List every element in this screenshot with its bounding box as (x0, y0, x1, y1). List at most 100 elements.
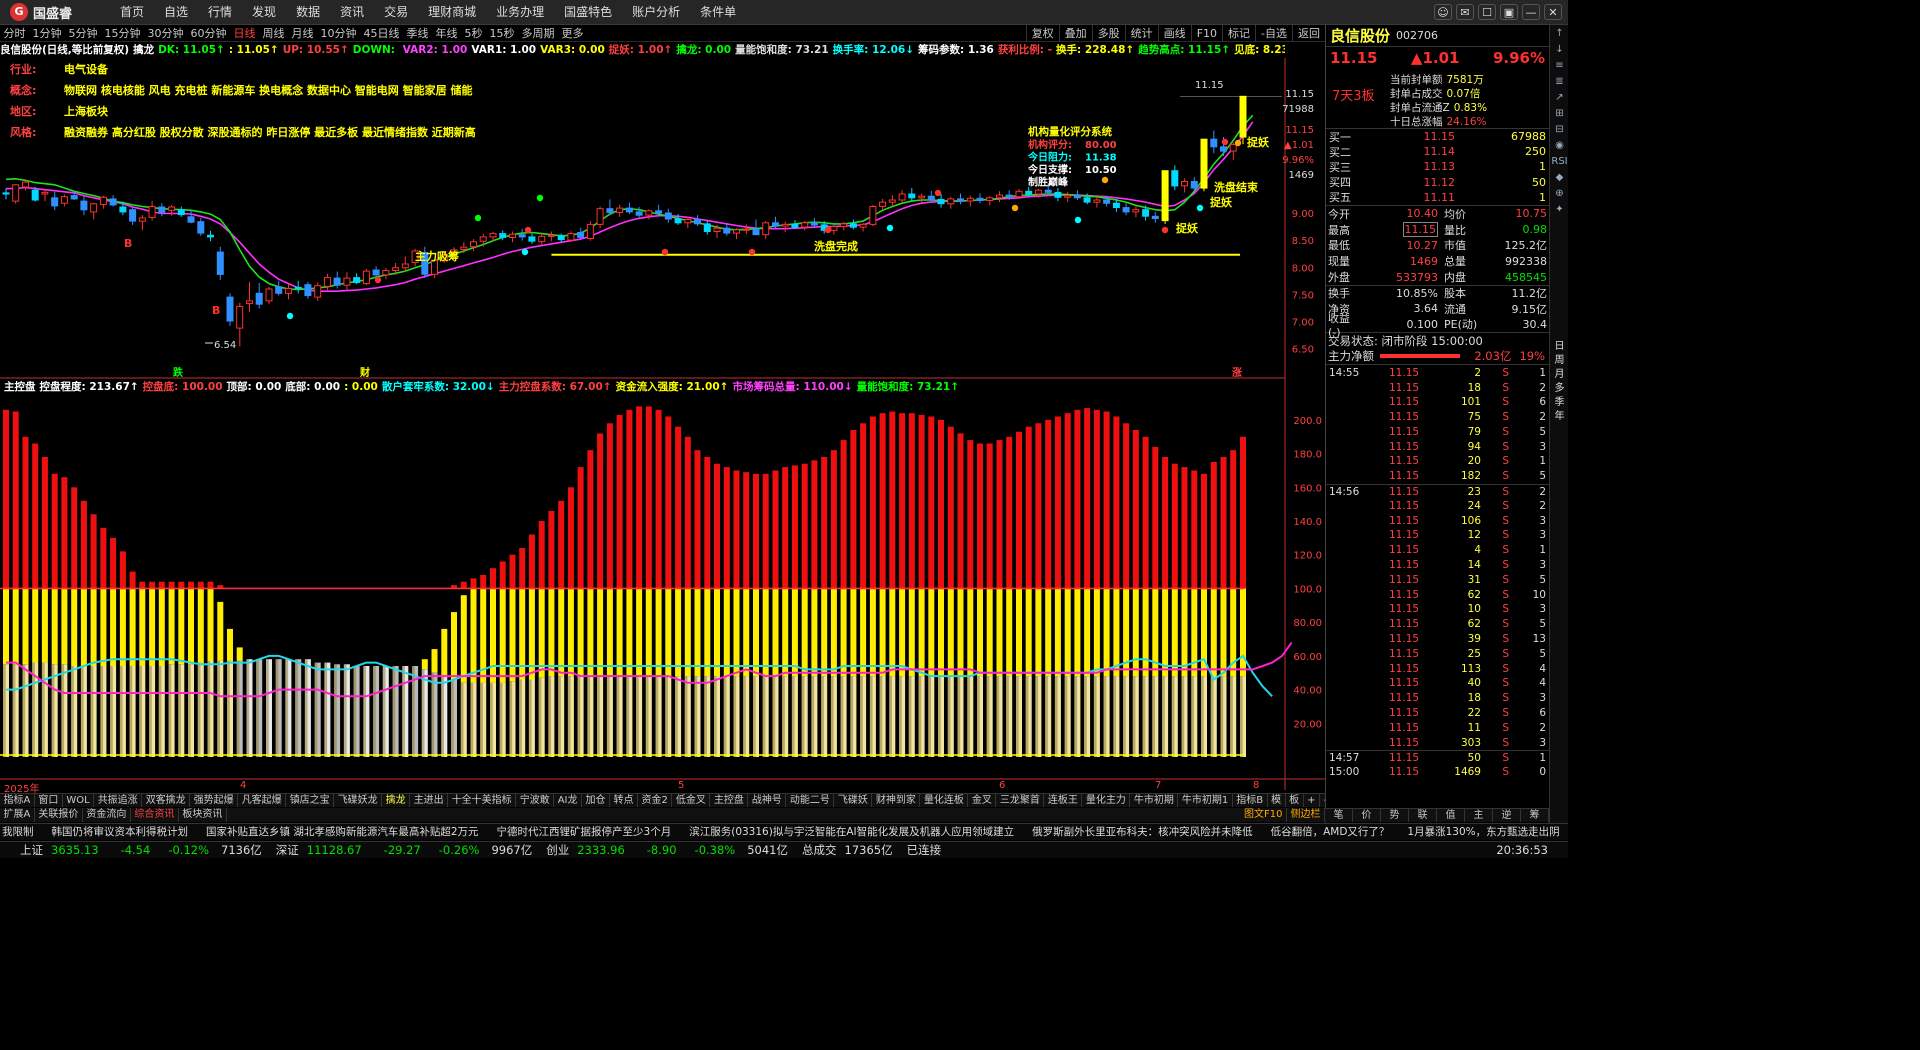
kline-chart[interactable]: 11.15 71988 11.15 ▲1.01 9.96% 1469 9.00 8.50 8.0… (0, 0, 1325, 793)
indicator-tab-28[interactable]: 牛市初期 (1130, 794, 1179, 807)
indicator-tab-18[interactable]: 主控盘 (710, 794, 749, 807)
order-book-row[interactable]: 买五 11.11 1 (1326, 190, 1549, 205)
indicator-tab-23[interactable]: 量化连板 (920, 794, 969, 807)
side-tool-icon-5[interactable]: ⊞ (1551, 107, 1568, 121)
quote-tab-6[interactable]: 逆 (1493, 809, 1521, 822)
indicator-tab-8[interactable]: 飞碟妖龙 (334, 794, 383, 807)
candle[interactable] (60, 194, 68, 207)
candle[interactable] (401, 256, 409, 272)
candle[interactable] (830, 224, 838, 235)
candle[interactable] (1122, 203, 1130, 216)
indicator-tab-29[interactable]: 牛市初期1 (1178, 794, 1233, 807)
indicator-tab-25[interactable]: 三龙聚首 (996, 794, 1045, 807)
candle[interactable] (1210, 130, 1218, 154)
indicator-tab-19[interactable]: 战神号 (748, 794, 787, 807)
candle[interactable] (148, 201, 156, 221)
candle[interactable] (684, 217, 692, 229)
candle[interactable] (625, 202, 633, 215)
candle[interactable] (80, 195, 88, 216)
news-item[interactable]: 宁德时代江西锂矿据报停产至少3个月 (497, 826, 672, 838)
candle[interactable] (129, 207, 137, 225)
indicator-tab-27[interactable]: 量化主力 (1082, 794, 1131, 807)
candle[interactable] (99, 195, 107, 209)
candle[interactable] (752, 219, 760, 236)
candle[interactable] (382, 267, 390, 280)
window-control-icon-1[interactable]: ✉ (1456, 4, 1474, 20)
candle[interactable] (849, 219, 857, 230)
side-period-tab-1[interactable]: 周 (1551, 355, 1568, 367)
candle[interactable] (986, 196, 994, 206)
window-control-icon-2[interactable]: ☐ (1478, 4, 1496, 20)
candle[interactable] (187, 210, 195, 224)
side-tool-icon-7[interactable]: ◉ (1551, 139, 1568, 153)
news-item[interactable]: 滨江服务(03316)拟与宇泛智能在AI智能化发展及机器人应用领域建立 (689, 826, 1014, 838)
candle[interactable] (966, 195, 974, 207)
indicator-tab-21[interactable]: 飞碟妖 (834, 794, 873, 807)
order-book-row[interactable]: 买一 11.15 67988 (1326, 129, 1549, 144)
window-control-icon-3[interactable]: ▣ (1500, 4, 1518, 20)
candle[interactable] (918, 193, 926, 204)
candle[interactable] (1054, 188, 1062, 202)
candle[interactable] (664, 208, 672, 223)
info-tab-right-1[interactable]: 侧边栏 (1287, 808, 1325, 822)
side-period-tab-5[interactable]: 年 (1551, 411, 1568, 423)
candle[interactable] (947, 196, 955, 209)
candle[interactable] (509, 231, 516, 243)
candle[interactable] (596, 206, 604, 229)
candle[interactable] (616, 204, 624, 217)
info-tab-4[interactable]: 板块资讯 (179, 808, 227, 822)
index-name[interactable]: 深证 (276, 842, 299, 858)
quote-tab-1[interactable]: 价 (1353, 809, 1381, 822)
candle[interactable] (246, 281, 253, 312)
order-book-row[interactable]: 买三 11.13 1 (1326, 159, 1549, 174)
info-tab-2[interactable]: 资金流向 (83, 808, 131, 822)
side-tool-icon-9[interactable]: ◆ (1551, 171, 1568, 185)
quote-tab-5[interactable]: 主 (1465, 809, 1493, 822)
candle[interactable] (41, 189, 49, 202)
candle[interactable] (197, 217, 205, 236)
candle[interactable] (207, 230, 214, 242)
candle[interactable] (255, 283, 263, 309)
news-ticker[interactable]: 我限制 韩国仍将审议资本利得税计划 国家补贴直达乡镇 湖北孝感购新能源汽车最高补贴超… (0, 823, 1568, 840)
candle[interactable] (1161, 170, 1169, 224)
news-item[interactable]: 1月暴涨130%，东方甄选走出阴 (1407, 826, 1559, 838)
news-item[interactable]: 国家补贴直达乡镇 湖北孝感购新能源汽车最高补贴超2万元 (206, 826, 479, 838)
candle[interactable] (801, 221, 809, 231)
candle[interactable] (586, 221, 594, 241)
news-item[interactable]: 低谷翻倍，AMD又行了？ (1271, 826, 1390, 838)
candle[interactable] (353, 273, 361, 285)
candle[interactable] (51, 191, 59, 211)
info-tab-1[interactable]: 关联报价 (35, 808, 83, 822)
indicator-tab-2[interactable]: WOL (63, 794, 95, 807)
indicator-tab-right-3[interactable]: + (1304, 794, 1320, 807)
indicator-tab-9[interactable]: 擒龙 (382, 794, 411, 807)
indicator-tab-16[interactable]: 资金2 (638, 794, 673, 807)
candle[interactable] (314, 282, 322, 301)
window-control-icon-0[interactable]: ☺ (1434, 4, 1452, 20)
side-tool-icon-1[interactable]: ↓ (1551, 43, 1568, 57)
news-item[interactable]: 俄罗斯副外长里亚布科夫：核冲突风险并未降低 (1032, 826, 1253, 838)
candle[interactable] (1181, 178, 1188, 193)
candle[interactable] (2, 188, 10, 200)
candle[interactable] (236, 302, 244, 347)
candle[interactable] (869, 204, 877, 226)
indicator-tab-6[interactable]: 凡客起爆 (238, 794, 287, 807)
candle[interactable] (362, 268, 370, 286)
info-tab-3[interactable]: 综合资讯 (131, 808, 179, 822)
side-tool-icon-3[interactable]: ≣ (1551, 75, 1568, 89)
candle[interactable] (528, 233, 536, 244)
info-tab-right-0[interactable]: 图文F10 (1241, 808, 1287, 822)
candle[interactable] (216, 246, 224, 280)
candle[interactable] (810, 217, 818, 228)
candle[interactable] (158, 203, 166, 217)
news-item[interactable]: 我限制 (2, 826, 34, 838)
candle[interactable] (1093, 196, 1101, 208)
side-period-tab-2[interactable]: 月 (1551, 369, 1568, 381)
candle[interactable] (304, 281, 312, 299)
quote-tab-0[interactable]: 笔 (1325, 809, 1353, 822)
candle[interactable] (772, 216, 779, 229)
quote-tab-4[interactable]: 值 (1437, 809, 1465, 822)
indicator-tab-26[interactable]: 连板王 (1044, 794, 1083, 807)
window-control-icon-5[interactable]: ✕ (1544, 4, 1562, 20)
candle[interactable] (138, 215, 146, 231)
